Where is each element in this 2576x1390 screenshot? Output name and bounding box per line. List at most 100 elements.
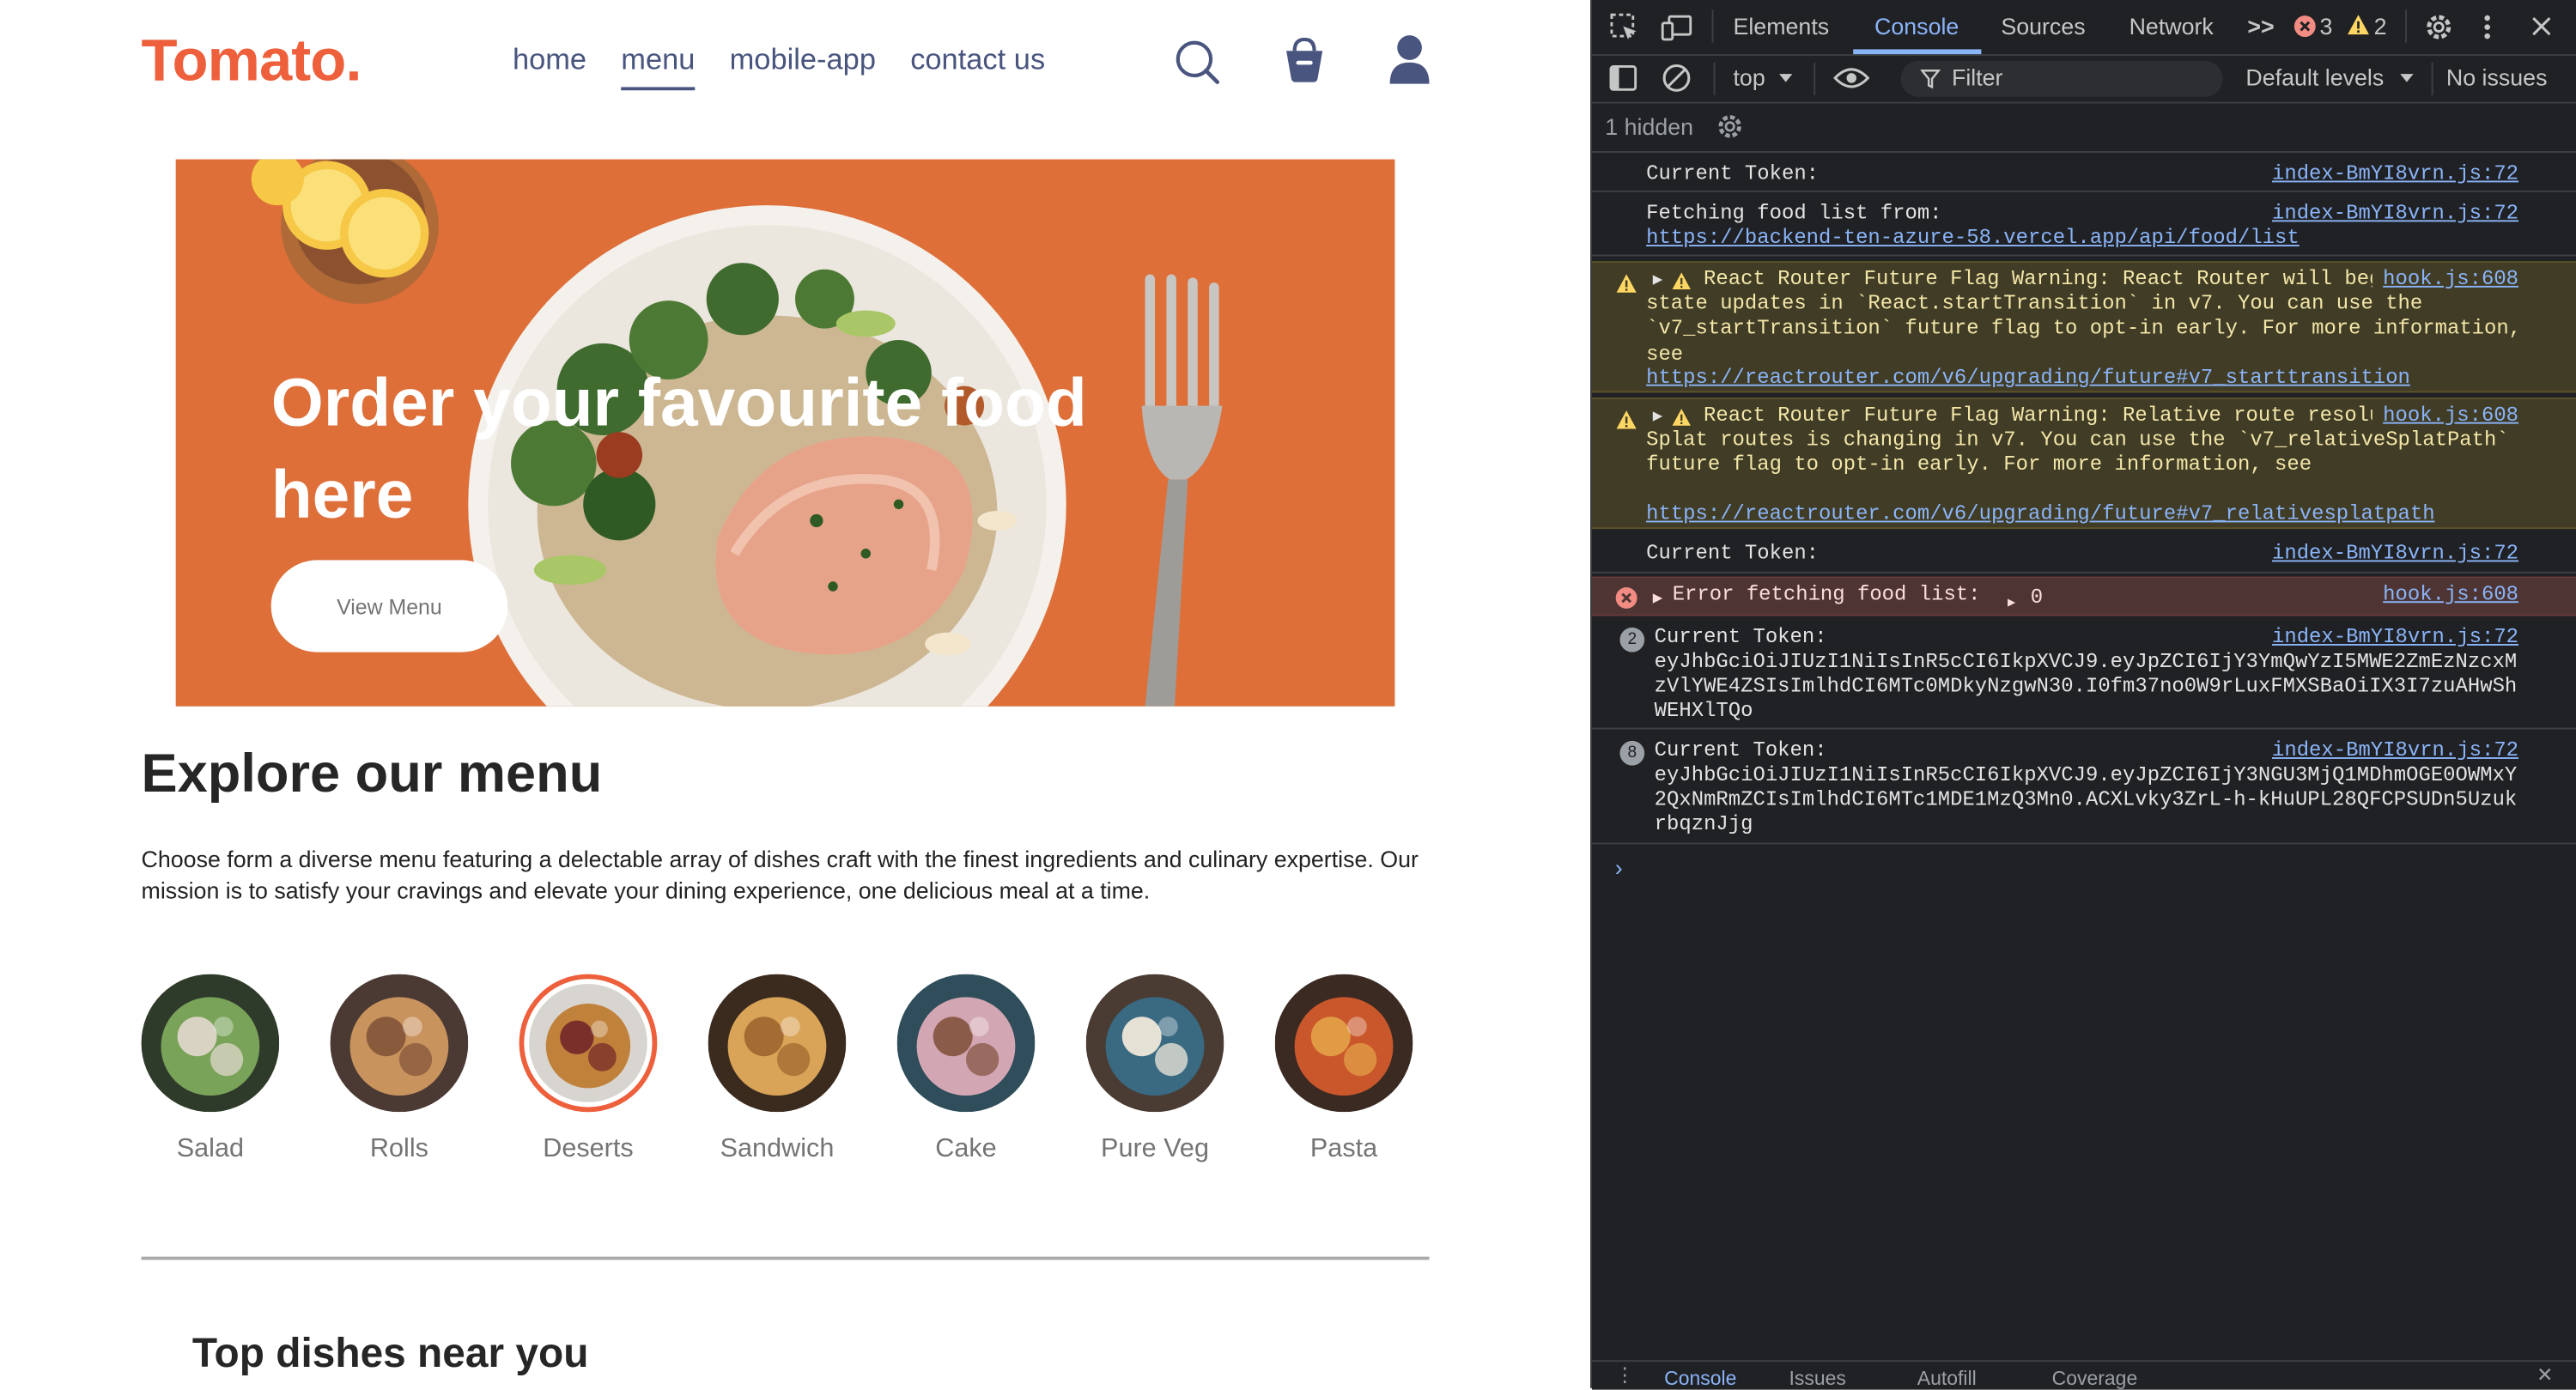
category-food-image	[1085, 974, 1224, 1113]
live-expression-eye-icon[interactable]	[1833, 66, 1870, 91]
category-image-circle[interactable]	[1274, 974, 1413, 1113]
drawer-tab-issues[interactable]: Issues	[1789, 1367, 1846, 1390]
source-link[interactable]: index-BmYI8vrn.js:72	[2272, 162, 2518, 187]
more-tabs-button[interactable]: >>	[2247, 13, 2274, 39]
menu-category-pasta[interactable]: Pasta	[1274, 974, 1413, 1165]
expand-object-icon[interactable]: ▶	[2008, 592, 2015, 616]
console-error-message[interactable]: ▶ Error fetching food list: ▶ 0 hook.js:…	[1591, 576, 2576, 616]
menu-category-sandwich[interactable]: Sandwich	[708, 974, 847, 1165]
token-value: eyJhbGciOiJIUzI1NiIsInR5cCI6IkpXVCJ9.eyJ…	[1654, 650, 2518, 724]
console-prompt-chevron[interactable]: ›	[1615, 854, 1623, 881]
chevron-down-icon	[2400, 74, 2414, 82]
source-link[interactable]: index-BmYI8vrn.js:72	[2272, 542, 2518, 567]
category-food-image	[1274, 974, 1413, 1113]
basket-icon[interactable]	[1279, 33, 1328, 88]
console-log-message[interactable]: 2 Current Token: eyJhbGciOiJIUzI1NiIsInR…	[1591, 621, 2576, 730]
inspect-element-icon[interactable]	[1608, 11, 1639, 42]
source-link[interactable]: hook.js:608	[2372, 267, 2519, 293]
filter-funnel-icon	[1920, 70, 1941, 89]
close-devtools-icon[interactable]	[2530, 15, 2553, 38]
console-warning-message[interactable]: ▶ React Router Future Flag Warning: Reac…	[1591, 261, 2576, 393]
menu-category-deserts[interactable]: Deserts	[519, 974, 658, 1165]
web-page: Tomato. home menu mobile-app contact us	[0, 0, 1591, 1388]
tab-elements[interactable]: Elements	[1733, 13, 1829, 39]
tab-sources[interactable]: Sources	[2001, 13, 2085, 39]
console-log-message[interactable]: Current Token: index-BmYI8vrn.js:72	[1591, 153, 2576, 192]
message-link[interactable]: https://reactrouter.com/v6/upgrading/fut…	[1646, 367, 2410, 392]
menu-category-pure-veg[interactable]: Pure Veg	[1085, 974, 1224, 1165]
logo[interactable]: Tomato.	[142, 27, 362, 95]
category-label: Salad	[176, 1135, 245, 1163]
category-food-image	[330, 974, 469, 1113]
issues-indicator[interactable]: No issues	[2446, 64, 2548, 91]
category-label: Sandwich	[720, 1135, 835, 1163]
settings-gear-icon[interactable]	[2423, 11, 2454, 42]
message-link[interactable]: https://backend-ten-azure-58.vercel.app/…	[1646, 227, 2300, 252]
message-link[interactable]: https://reactrouter.com/v6/upgrading/fut…	[1646, 502, 2435, 527]
token-value: eyJhbGciOiJIUzI1NiIsInR5cCI6IkpXVCJ9.eyJ…	[1654, 763, 2518, 837]
nav-menu[interactable]: menu	[621, 43, 696, 91]
menu-category-rolls[interactable]: Rolls	[330, 974, 469, 1165]
category-food-image	[896, 974, 1036, 1113]
source-link[interactable]: hook.js:608	[2372, 404, 2519, 429]
source-link[interactable]: index-BmYI8vrn.js:72	[2272, 202, 2518, 227]
nav-contact-us[interactable]: contact us	[910, 43, 1045, 90]
drawer-tab-console[interactable]: Console	[1664, 1367, 1736, 1390]
more-options-icon[interactable]	[2481, 11, 2494, 42]
active-tab-indicator	[1853, 49, 1982, 55]
close-drawer-icon[interactable]: ✕	[2537, 1363, 2553, 1387]
device-toolbar-icon[interactable]	[1661, 11, 1693, 42]
category-label: Rolls	[369, 1135, 428, 1163]
divider	[141, 1256, 1430, 1260]
source-link[interactable]: index-BmYI8vrn.js:72	[2272, 739, 2518, 764]
drawer-menu-icon[interactable]: ⋮	[1615, 1363, 1635, 1387]
context-selector[interactable]: top	[1733, 64, 1765, 91]
category-label: Deserts	[543, 1135, 634, 1163]
error-count[interactable]: 3	[2320, 13, 2333, 39]
tab-network[interactable]: Network	[2129, 13, 2214, 39]
menu-category-salad[interactable]: Salad	[141, 974, 280, 1165]
log-levels-dropdown[interactable]: Default levels	[2245, 64, 2384, 91]
drawer-tab-autofill[interactable]: Autofill	[1917, 1367, 1977, 1390]
category-label: Pasta	[1309, 1135, 1378, 1163]
view-menu-button[interactable]: View Menu	[270, 560, 508, 653]
console-log-message[interactable]: 8 Current Token: eyJhbGciOiJIUzI1NiIsInR…	[1591, 732, 2576, 845]
console-log-message[interactable]: Current Token: index-BmYI8vrn.js:72	[1591, 534, 2576, 574]
filter-input[interactable]: Filter	[1900, 60, 2223, 97]
expand-triangle-icon[interactable]: ▶	[1653, 588, 1663, 613]
error-count-icon[interactable]	[2293, 15, 2317, 38]
console-warning-message[interactable]: ▶ React Router Future Flag Warning: Rela…	[1591, 398, 2576, 530]
category-image-circle[interactable]	[519, 974, 658, 1113]
category-image-circle[interactable]	[330, 974, 469, 1113]
nav-mobile-app[interactable]: mobile-app	[730, 43, 876, 90]
warning-icon	[1616, 274, 1637, 293]
warning-count-icon[interactable]	[2346, 13, 2371, 36]
drawer-tab-coverage[interactable]: Coverage	[2052, 1367, 2138, 1390]
nav-home[interactable]: home	[513, 43, 586, 90]
sidebar-toggle-icon[interactable]	[1608, 64, 1637, 93]
category-image-circle[interactable]	[141, 974, 280, 1113]
warning-icon	[1616, 410, 1637, 429]
console-toolbar: top Filter Default levels No issues	[1591, 56, 2576, 104]
console-log-message[interactable]: Fetching food list from: https://backend…	[1591, 194, 2576, 257]
menu-category-cake[interactable]: Cake	[896, 974, 1036, 1165]
warning-count[interactable]: 2	[2374, 13, 2387, 39]
category-image-circle[interactable]	[708, 974, 847, 1113]
tab-console[interactable]: Console	[1874, 13, 1959, 39]
category-image-circle[interactable]	[896, 974, 1036, 1113]
explore-menu-description: Choose form a diverse menu featuring a d…	[141, 846, 1419, 904]
console-settings-gear-icon[interactable]	[1715, 112, 1744, 141]
user-profile-icon[interactable]	[1387, 33, 1433, 88]
repeat-count-badge: 2	[1619, 627, 1645, 653]
clear-console-icon[interactable]	[1661, 63, 1692, 94]
hero-banner: Order your favourite food here View Menu	[175, 159, 1395, 707]
top-dishes-title: Top dishes near you	[191, 1330, 589, 1377]
search-icon[interactable]	[1173, 33, 1222, 88]
devtools-tabbar: Elements Console Sources Network >> 3 2	[1591, 0, 2576, 57]
repeat-count-badge: 8	[1619, 740, 1645, 766]
category-image-circle[interactable]	[1085, 974, 1224, 1113]
category-label: Cake	[935, 1135, 997, 1163]
source-link[interactable]: index-BmYI8vrn.js:72	[2272, 626, 2518, 651]
hidden-count: 1 hidden	[1605, 113, 1694, 140]
source-link[interactable]: hook.js:608	[2383, 583, 2518, 608]
